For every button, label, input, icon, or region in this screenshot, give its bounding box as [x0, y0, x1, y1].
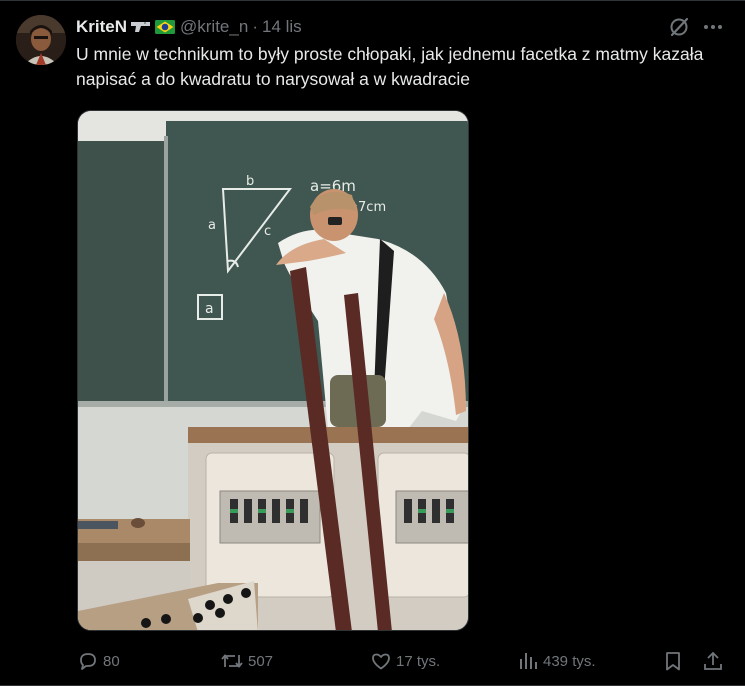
like-button[interactable]: 17 tys.	[370, 647, 440, 675]
board-label-c: c	[264, 224, 271, 239]
author-name[interactable]: KriteN	[76, 16, 127, 38]
share-button[interactable]	[702, 647, 728, 675]
tweet-header: KriteN @krite_n · 14 lis	[76, 16, 302, 38]
author-handle[interactable]: @krite_n	[180, 16, 248, 38]
tweet-text: U mnie w technikum to były proste chłopa…	[76, 44, 704, 89]
action-bar: 80 507 17 tys. 439 tys.	[0, 647, 745, 675]
reply-count: 80	[103, 652, 120, 670]
tweet-photo[interactable]: b a c a=6m c=7cm a	[77, 110, 469, 631]
board-label-b: b	[246, 174, 254, 189]
views-button[interactable]: 439 tys.	[517, 647, 596, 675]
divider	[0, 0, 745, 1]
share-icon	[704, 651, 722, 670]
repost-button[interactable]: 507	[220, 647, 273, 675]
views-count: 439 tys.	[543, 652, 596, 670]
reply-icon	[80, 653, 96, 670]
reply-button[interactable]: 80	[77, 647, 120, 675]
brazil-flag-icon	[155, 20, 176, 34]
repost-count: 507	[248, 652, 274, 670]
repost-icon	[221, 654, 243, 668]
avatar[interactable]	[16, 15, 66, 65]
pistol-emoji-icon	[130, 20, 152, 34]
grok-icon[interactable]	[668, 16, 690, 38]
separator-dot: ·	[252, 17, 258, 36]
board-boxed-letter: a	[205, 301, 214, 317]
like-count: 17 tys.	[396, 652, 441, 670]
tweet[interactable]: KriteN @krite_n · 14 lis U mnie w techni…	[0, 0, 745, 686]
bookmark-icon	[666, 652, 680, 671]
like-icon	[372, 653, 390, 670]
board-label-a: a	[208, 218, 216, 233]
views-icon	[520, 653, 537, 669]
timestamp[interactable]: 14 lis	[262, 16, 302, 38]
more-icon[interactable]	[700, 16, 726, 38]
bookmark-button[interactable]	[662, 647, 688, 675]
